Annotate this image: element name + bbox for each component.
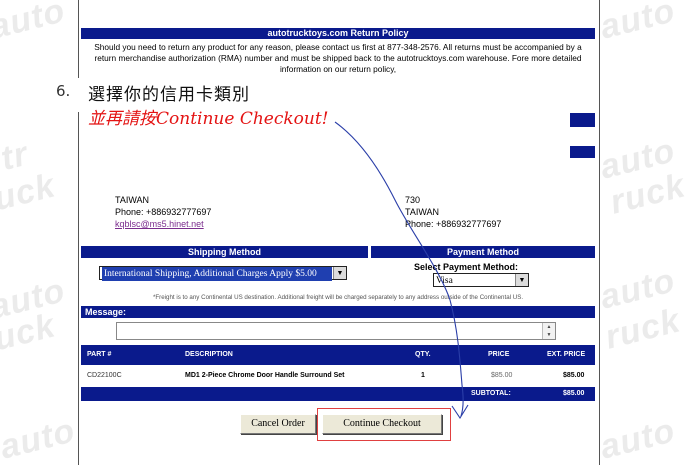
billing-country: TAIWAN <box>115 195 149 205</box>
order-table-header: PART # DESCRIPTION QTY. PRICE EXT. PRICE <box>81 345 595 365</box>
header-qty: QTY. <box>415 351 431 358</box>
header-price: PRICE <box>488 351 510 358</box>
instruction-step-number: 6. <box>56 82 71 100</box>
navy-header-block-1 <box>570 113 595 127</box>
subtotal-value: $85.00 <box>563 390 585 397</box>
shipping-method-select[interactable]: International Shipping, Additional Charg… <box>99 266 347 281</box>
row-price: $85.00 <box>491 372 513 379</box>
header-part: PART # <box>87 351 112 358</box>
message-textarea[interactable]: ▲ ▼ <box>116 322 556 340</box>
return-policy-title: autotrucktoys.com Return Policy <box>81 28 595 39</box>
row-part: CD22100C <box>87 372 122 379</box>
instruction-line-2: 並再請按Continue Checkout! <box>88 109 329 129</box>
row-qty: 1 <box>421 372 425 379</box>
header-ext-price: EXT. PRICE <box>547 351 586 358</box>
cancel-order-button[interactable]: Cancel Order <box>240 414 316 434</box>
billing-phone: Phone: +886932777697 <box>115 207 212 217</box>
row-description: MD1 2-Piece Chrome Door Handle Surround … <box>185 372 345 379</box>
row-ext-price: $85.00 <box>563 372 585 379</box>
continue-checkout-button[interactable]: Continue Checkout <box>322 414 442 434</box>
chevron-down-icon: ▼ <box>515 274 528 286</box>
shipping-zip: 730 <box>405 195 421 205</box>
payment-method-label: Select Payment Method: <box>414 262 519 272</box>
freight-note: *Freight is to any Continental US destin… <box>152 294 524 301</box>
table-row: CD22100C MD1 2-Piece Chrome Door Handle … <box>81 365 595 388</box>
shipping-phone: Phone: +886932777697 <box>405 219 502 229</box>
shipping-method-value: International Shipping, Additional Charg… <box>102 267 332 281</box>
navy-header-block-2 <box>570 146 595 158</box>
payment-method-value: Visa <box>436 276 453 286</box>
shipping-country: TAIWAN <box>405 207 439 217</box>
payment-method-select[interactable]: Visa ▼ <box>433 273 529 287</box>
billing-address: TAIWAN Phone: +886932777697 kqblsc@ms5.h… <box>115 194 211 230</box>
instruction-line-1: 選擇你的信用卡類別 <box>88 85 250 105</box>
shipping-method-header: Shipping Method <box>81 246 368 258</box>
chevron-down-icon: ▼ <box>333 267 346 279</box>
scrollbar[interactable]: ▲ ▼ <box>542 323 555 339</box>
payment-method-header: Payment Method <box>371 246 595 258</box>
shipping-address: 730 TAIWAN Phone: +886932777697 <box>405 194 501 230</box>
subtotal-row: SUBTOTAL: $85.00 <box>81 387 595 401</box>
header-description: DESCRIPTION <box>185 351 233 358</box>
billing-email-link[interactable]: kqblsc@ms5.hinet.net <box>115 219 204 229</box>
message-header: Message: <box>81 306 595 318</box>
return-policy-text: Should you need to return any product fo… <box>94 42 582 74</box>
subtotal-label: SUBTOTAL: <box>471 390 511 397</box>
